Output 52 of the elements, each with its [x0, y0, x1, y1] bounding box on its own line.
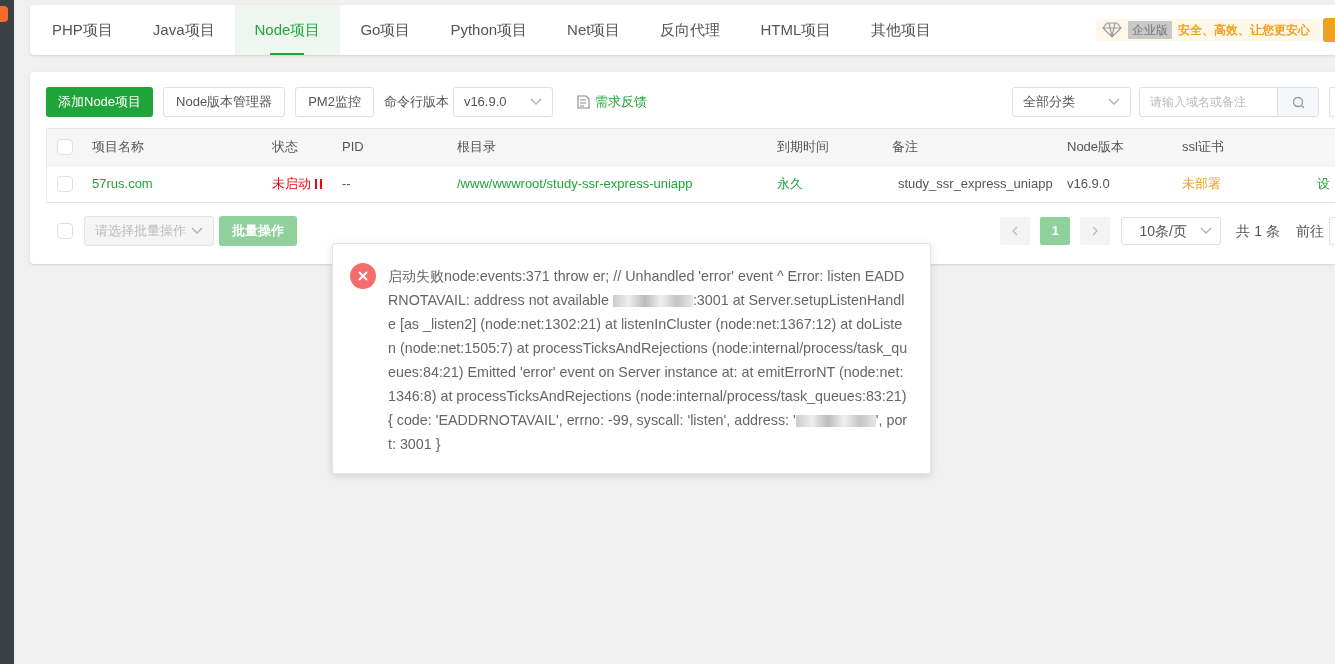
checkbox[interactable]	[57, 176, 73, 192]
chevron-down-icon	[191, 227, 203, 235]
chevron-left-icon	[1012, 226, 1019, 236]
chevron-down-icon	[529, 98, 542, 106]
project-tab[interactable]: 反向代理	[640, 5, 741, 55]
version-manager-button[interactable]: Node版本管理器	[163, 87, 286, 117]
column-header: 状态	[272, 138, 299, 157]
column-header: ssl证书	[1182, 138, 1225, 157]
pause-icon	[315, 179, 322, 189]
column-header: Node版本	[1067, 138, 1126, 157]
project-tab[interactable]: Net项目	[547, 5, 641, 55]
column-header: 根目录	[457, 138, 497, 157]
diamond-icon	[1102, 22, 1122, 38]
app-icon[interactable]	[0, 6, 8, 22]
search-field[interactable]: 请输入域名或备注	[1140, 93, 1277, 111]
checkbox[interactable]	[57, 223, 73, 239]
project-tab[interactable]: Java项目	[132, 5, 235, 55]
column-header: 到期时间	[777, 138, 830, 157]
status-text[interactable]: 未启动	[272, 174, 311, 194]
cli-version-label: 命令行版本	[383, 93, 449, 112]
search-box[interactable]: 请输入域名或备注	[1139, 87, 1319, 117]
pm2-button[interactable]: PM2监控	[295, 87, 374, 117]
pid-cell: --	[342, 176, 351, 192]
error-icon	[350, 263, 376, 289]
note-icon	[576, 95, 590, 109]
node-version-cell: v16.9.0	[1067, 176, 1110, 192]
note-cell[interactable]: study_ssr_express_uniapp	[898, 176, 1053, 192]
search-button[interactable]	[1277, 88, 1318, 116]
column-header: 项目名称	[92, 138, 145, 157]
chevron-right-icon	[1092, 226, 1099, 236]
chevron-down-icon	[1200, 227, 1213, 235]
error-message-text: 启动失败node:events:371 throw er; // Unhandled 'error' event ^ Error: listen EADDRNOTAVAIL: address not available :3001 at Server.setupListenHandle [as _listen2] (node:net:1302:21) at listenInCluster (node:net:1367:12) at doListen (node:net:1505:7) at processTicksAndRejections (node:internal/process/task_queues:84:21) Emitted 'error' event on Server instance at: at emitErrorNT (node:net:1346:8) at processTicksAndRejections (node:internal/process/task_queues:83:21) { code: 'EADDRNOTAVAIL', errno: -99, syscall: 'listen', address: ' ', port: 3001 }	[388, 267, 909, 454]
chevron-down-icon	[1108, 98, 1120, 106]
project-tab[interactable]: Go项目	[340, 5, 431, 55]
promo-slogan: 安全、高效、让您更安心	[1178, 22, 1310, 39]
page-size-select[interactable]: 10条/页	[1121, 217, 1222, 245]
project-tab[interactable]: HTML项目	[740, 5, 852, 55]
total-count: 共 1 条	[1236, 221, 1280, 241]
column-header: PID	[342, 138, 365, 157]
upgrade-button[interactable]	[1323, 18, 1335, 42]
column-header: 备注	[892, 138, 919, 157]
project-tab[interactable]: 其他项目	[851, 5, 952, 55]
category-select[interactable]: 全部分类	[1012, 87, 1131, 117]
goto-label: 前往	[1296, 221, 1324, 241]
project-tab[interactable]: Python项目	[430, 5, 548, 55]
next-page-button[interactable]	[1080, 217, 1111, 245]
search-icon	[1291, 95, 1305, 109]
cli-version-select[interactable]: v16.9.0	[452, 87, 553, 117]
project-tab[interactable]: PHP项目	[32, 5, 133, 55]
prev-page-button[interactable]	[1000, 217, 1031, 245]
edition-badge: 企业版	[1128, 21, 1172, 39]
checkbox[interactable]	[57, 139, 73, 155]
